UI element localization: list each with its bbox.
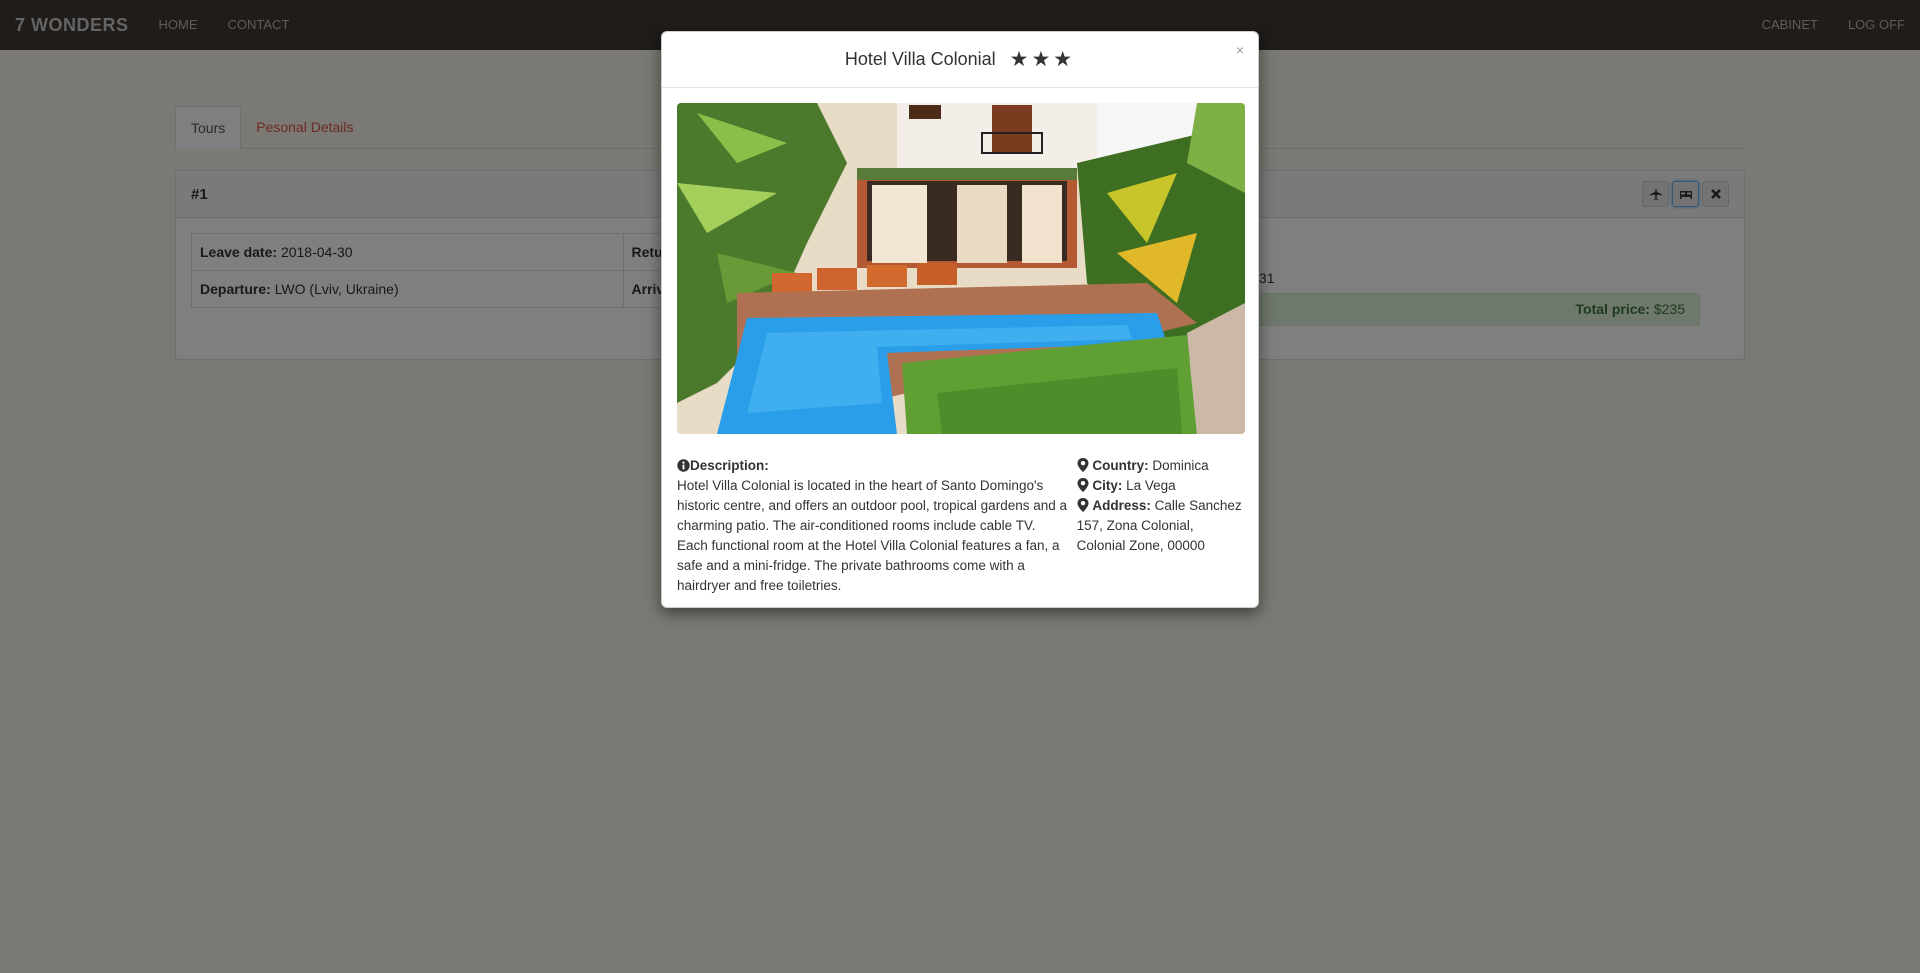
close-button[interactable]: × (1236, 42, 1244, 58)
city-line: City: La Vega (1077, 476, 1243, 496)
description-block: Description: Hotel Villa Colonial is loc… (677, 456, 1069, 596)
modal-body: Description: Hotel Villa Colonial is loc… (662, 88, 1258, 611)
modal-header: Hotel Villa Colonial ★★★ × (662, 32, 1258, 88)
hotel-info: Description: Hotel Villa Colonial is loc… (677, 456, 1243, 596)
description-label: Description: (690, 458, 769, 473)
hotel-photo (677, 103, 1245, 434)
hotel-modal: Hotel Villa Colonial ★★★ × Description: … (661, 31, 1259, 608)
map-marker-icon (1077, 498, 1089, 512)
country-line: Country: Dominica (1077, 456, 1243, 476)
info-icon (677, 459, 690, 472)
address-line: Address: Calle Sanchez 157, Zona Colonia… (1076, 498, 1242, 553)
map-marker-icon (1077, 458, 1089, 472)
map-marker-icon (1077, 478, 1089, 492)
hotel-name: Hotel Villa Colonial (844, 49, 996, 69)
location-block: Country: Dominica City: La Vega Address:… (1077, 456, 1243, 596)
description-text: Hotel Villa Colonial is located in the h… (677, 478, 1067, 593)
star-rating: ★★★ (1009, 48, 1076, 71)
